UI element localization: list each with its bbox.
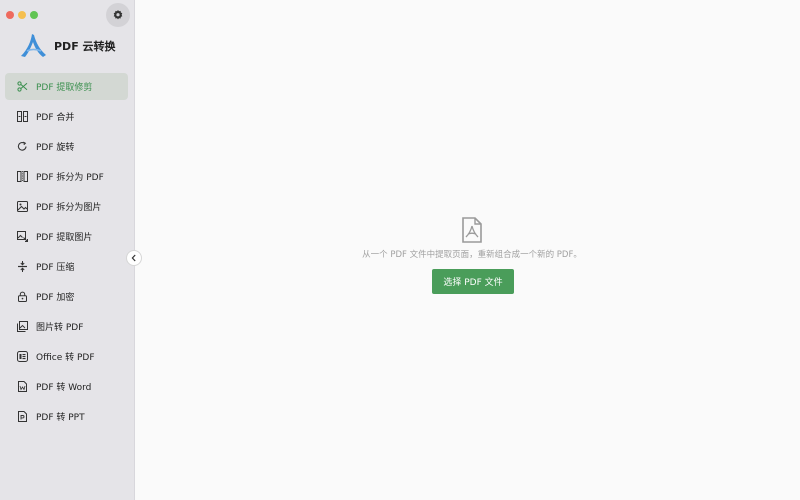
sidebar-item-pdf-extract-image[interactable]: PDF 提取图片 (5, 223, 128, 250)
app-window: PDF 云转换 PDF 提取修剪 PDF 合并 PDF 旋转 PDF 拆分为 P… (0, 0, 800, 500)
main-content: 从一个 PDF 文件中提取页面，重新组合成一个新的 PDF。 选择 PDF 文件 (136, 0, 800, 500)
sidebar-item-label: PDF 提取图片 (36, 233, 93, 243)
ppt-file-icon (17, 411, 28, 422)
sidebar-item-office-to-pdf[interactable]: Office 转 PDF (5, 343, 128, 370)
sidebar-item-pdf-extract-trim[interactable]: PDF 提取修剪 (5, 73, 128, 100)
sidebar-item-label: PDF 转 Word (36, 383, 92, 393)
sidebar-item-pdf-to-word[interactable]: PDF 转 Word (5, 373, 128, 400)
settings-button[interactable] (106, 3, 130, 27)
compress-icon (17, 261, 28, 272)
images-icon (17, 321, 28, 332)
brand: PDF 云转换 (18, 32, 116, 60)
lock-icon (17, 291, 28, 302)
window-minimize-button[interactable] (18, 11, 26, 19)
sidebar-item-label: PDF 合并 (36, 113, 75, 123)
sidebar-item-pdf-split-pdf[interactable]: PDF 拆分为 PDF (5, 163, 128, 190)
settings-icon (113, 10, 123, 20)
pdf-file-icon (462, 217, 482, 243)
rotate-icon (17, 141, 28, 152)
sidebar-item-label: 图片转 PDF (36, 323, 84, 333)
word-file-icon (17, 381, 28, 392)
sidebar-item-label: PDF 旋转 (36, 143, 75, 153)
merge-icon (17, 111, 28, 122)
split-image-icon (17, 201, 28, 212)
app-title: PDF 云转换 (54, 40, 116, 53)
office-icon (17, 351, 28, 362)
sidebar-item-pdf-merge[interactable]: PDF 合并 (5, 103, 128, 130)
sidebar-item-pdf-to-ppt[interactable]: PDF 转 PPT (5, 403, 128, 430)
sidebar-item-pdf-encrypt[interactable]: PDF 加密 (5, 283, 128, 310)
sidebar-item-label: PDF 转 PPT (36, 413, 85, 423)
sidebar-item-label: PDF 拆分为图片 (36, 203, 102, 213)
sidebar-item-label: Office 转 PDF (36, 353, 95, 363)
split-icon (17, 171, 28, 182)
sidebar-item-pdf-split-image[interactable]: PDF 拆分为图片 (5, 193, 128, 220)
sidebar-item-label: PDF 提取修剪 (36, 83, 93, 93)
extract-image-icon (17, 231, 28, 242)
sidebar-item-label: PDF 加密 (36, 293, 75, 303)
window-maximize-button[interactable] (30, 11, 38, 19)
sidebar: PDF 云转换 PDF 提取修剪 PDF 合并 PDF 旋转 PDF 拆分为 P… (0, 0, 135, 500)
app-logo-icon (21, 34, 46, 57)
window-close-button[interactable] (6, 11, 14, 19)
sidebar-item-label: PDF 压缩 (36, 263, 75, 273)
scissors-icon (17, 81, 28, 92)
empty-state-text: 从一个 PDF 文件中提取页面，重新组合成一个新的 PDF。 (362, 250, 582, 260)
sidebar-item-image-to-pdf[interactable]: 图片转 PDF (5, 313, 128, 340)
sidebar-nav: PDF 提取修剪 PDF 合并 PDF 旋转 PDF 拆分为 PDF PDF 拆… (5, 73, 128, 433)
select-pdf-button[interactable]: 选择 PDF 文件 (432, 269, 514, 294)
sidebar-item-pdf-rotate[interactable]: PDF 旋转 (5, 133, 128, 160)
sidebar-item-pdf-compress[interactable]: PDF 压缩 (5, 253, 128, 280)
sidebar-item-label: PDF 拆分为 PDF (36, 173, 104, 183)
